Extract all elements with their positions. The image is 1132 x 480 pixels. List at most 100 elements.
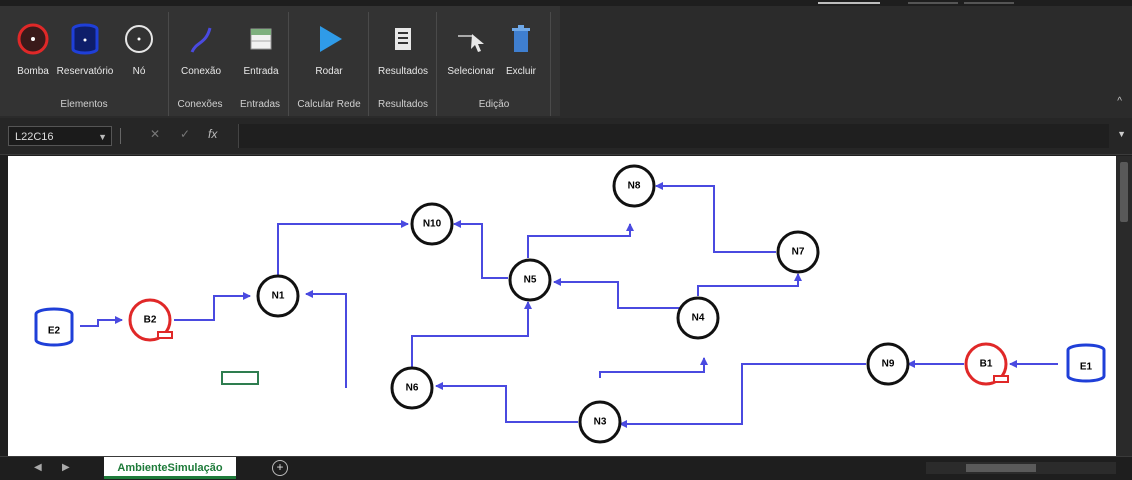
run-button-label: Rodar (315, 66, 343, 77)
worksheet-canvas[interactable]: E2 E1 B2 B1 N1 N10 N5 N8 N7 N4 N6 N3 N9 (8, 156, 1116, 456)
input-button-label: Entrada (243, 66, 279, 77)
pump-icon (16, 22, 50, 56)
pump-label: B1 (980, 359, 993, 370)
select-button[interactable]: Selecionar (444, 22, 498, 86)
node-label: N8 (628, 181, 641, 192)
node-label: N9 (882, 359, 895, 370)
node-label: N4 (692, 313, 705, 324)
chevron-down-icon[interactable]: ▼ (98, 127, 107, 147)
name-box[interactable]: L22C16 ▼ (8, 126, 112, 146)
cancel-icon[interactable]: ✕ (150, 127, 160, 141)
tab-indicator (964, 2, 1014, 4)
play-icon (312, 22, 346, 56)
node-label: N6 (406, 383, 419, 394)
ribbon: Bomba Reservatório Nó Elementos Conexão … (0, 0, 1132, 119)
divider (120, 128, 121, 144)
sheet-tab-ambiente-simulacao[interactable]: AmbienteSimulação (104, 457, 236, 479)
reservoir-e2[interactable]: E2 (34, 307, 74, 347)
node-n8[interactable]: N8 (612, 164, 656, 208)
node-label: N7 (792, 247, 805, 258)
node-n4[interactable]: N4 (676, 296, 720, 340)
pump-b2[interactable]: B2 (128, 298, 173, 342)
pipe-n4-n7[interactable] (697, 273, 802, 296)
pipe-b2-n1[interactable] (174, 292, 251, 321)
node-button-label: Nó (132, 66, 146, 77)
node-label: N1 (272, 291, 285, 302)
pipe-n5-n8[interactable] (527, 223, 634, 258)
pump-button-label: Bomba (17, 66, 49, 77)
group-label: Calcular Rede (297, 99, 361, 110)
node-n6[interactable]: N6 (390, 366, 434, 410)
scrollbar-thumb[interactable] (966, 464, 1036, 472)
chevron-down-icon[interactable]: ▼ (1117, 129, 1126, 139)
network-diagram: E2 E1 B2 B1 N1 N10 N5 N8 N7 N4 N6 N3 N9 (34, 164, 1106, 444)
pipe-e2-b2[interactable] (80, 316, 123, 327)
delete-button-label: Excluir (505, 66, 536, 77)
formula-input[interactable] (238, 124, 1109, 148)
pipe-n3-n4[interactable] (599, 357, 708, 378)
reservoir-icon (68, 22, 102, 56)
textbox-shape[interactable] (221, 371, 259, 385)
prev-sheet-icon[interactable]: ◀ (34, 462, 42, 473)
pipe-n5-n10[interactable] (453, 220, 508, 279)
node-label: N3 (594, 417, 607, 428)
group-resultados: Resultados Resultados (370, 12, 437, 116)
node-n9[interactable]: N9 (866, 342, 910, 386)
pipe-n7-n8[interactable] (655, 182, 776, 253)
node-button[interactable]: Nó (112, 22, 166, 86)
input-button[interactable]: Entrada (234, 22, 288, 86)
group-label: Resultados (377, 99, 429, 110)
pump-b1[interactable]: B1 (964, 342, 1009, 386)
tab-indicator (818, 2, 880, 4)
pipe-n1-n10[interactable] (277, 220, 409, 280)
formula-bar: L22C16 ▼ ✕ ✓ fx ▼ (0, 118, 1132, 155)
reservoir-label: E2 (48, 326, 61, 337)
pump-label: B2 (144, 315, 157, 326)
sheet-tab-bar: ◀ ▶ AmbienteSimulação + (0, 456, 1132, 480)
tab-indicator (908, 2, 958, 4)
pipe-n6-n5[interactable] (411, 301, 532, 368)
input-table-icon (244, 22, 278, 56)
delete-icon (504, 22, 538, 56)
reservoir-e1[interactable]: E1 (1066, 343, 1106, 383)
node-n1[interactable]: N1 (256, 274, 300, 318)
group-entradas: Entrada Entradas (232, 12, 289, 116)
connection-button-label: Conexão (180, 66, 222, 77)
select-cursor-icon (454, 22, 488, 56)
node-label: N5 (524, 275, 537, 286)
connections (80, 182, 1058, 428)
name-box-value: L22C16 (15, 131, 54, 143)
run-button[interactable]: Rodar (302, 22, 356, 86)
enter-icon[interactable]: ✓ (180, 127, 190, 141)
function-icon[interactable]: fx (208, 127, 217, 141)
node-n7[interactable]: N7 (776, 230, 820, 274)
reservoir-button-label: Reservatório (56, 66, 114, 77)
node-icon (122, 22, 156, 56)
node-n5[interactable]: N5 (508, 258, 552, 302)
node-n3[interactable]: N3 (578, 400, 622, 444)
results-button[interactable]: Resultados (376, 22, 430, 86)
group-label: Conexões (177, 99, 223, 110)
reservoir-button[interactable]: Reservatório (56, 22, 114, 86)
group-label: Edição (478, 99, 510, 110)
node-label: N10 (423, 219, 442, 230)
group-calcular-rede: Rodar Calcular Rede (290, 12, 369, 116)
vertical-scrollbar[interactable] (1116, 156, 1132, 456)
collapse-ribbon-button[interactable]: ^ (1117, 96, 1122, 107)
reservoir-label: E1 (1080, 362, 1093, 373)
results-button-label: Resultados (377, 66, 429, 77)
group-label: Entradas (239, 99, 281, 110)
connection-icon (184, 22, 218, 56)
scrollbar-thumb[interactable] (1120, 162, 1128, 222)
pump-button[interactable]: Bomba (6, 22, 60, 86)
add-sheet-icon[interactable]: + (272, 460, 288, 476)
pipe-n3-n6[interactable] (435, 382, 578, 423)
pipe-n4-n5[interactable] (553, 278, 694, 309)
group-edicao: Selecionar Excluir Edição (438, 12, 551, 116)
connection-button[interactable]: Conexão (174, 22, 228, 86)
next-sheet-icon[interactable]: ▶ (62, 462, 70, 473)
horizontal-scrollbar[interactable] (926, 462, 1116, 474)
node-n10[interactable]: N10 (410, 202, 454, 246)
delete-button[interactable]: Excluir (494, 22, 548, 86)
pipe-n6-n1[interactable] (305, 290, 347, 388)
